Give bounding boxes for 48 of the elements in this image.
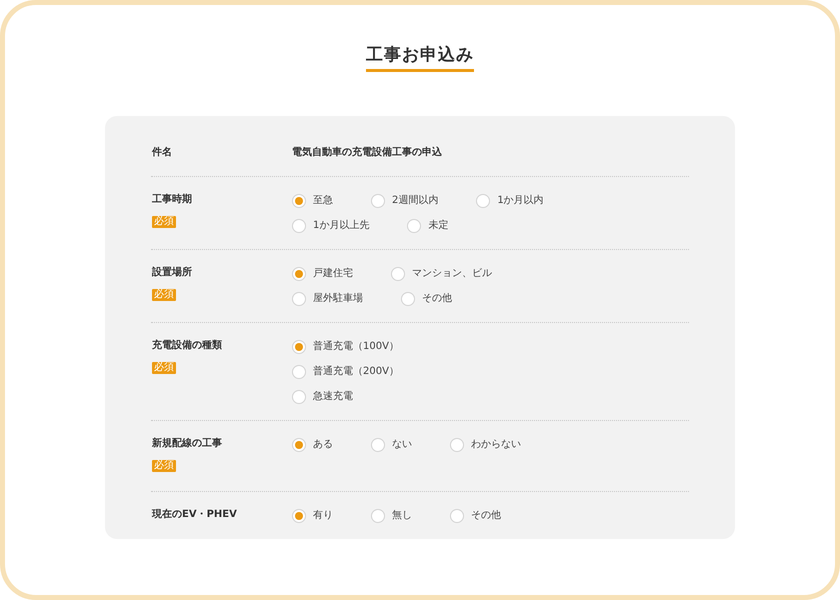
field-label: 工事時期 (152, 193, 193, 208)
radio-option[interactable]: 至急 (292, 193, 333, 208)
radio-button[interactable] (450, 508, 464, 523)
field-label: 現在のEV・PHEV (152, 508, 238, 522)
radio-option[interactable]: マンション、ビル (391, 266, 492, 282)
radio-option[interactable]: 1か月以内 (476, 193, 544, 208)
radio-option[interactable]: 戸建住宅 (292, 266, 353, 282)
radio-option[interactable]: 屋外駐車場 (292, 291, 363, 306)
radio-button[interactable] (292, 292, 306, 306)
radio-option[interactable]: ない (371, 437, 412, 452)
radio-button[interactable] (292, 340, 306, 354)
radio-button[interactable] (292, 266, 306, 281)
radio-option[interactable]: 2週間以内 (371, 193, 438, 208)
required-badge: 必須 (152, 362, 176, 374)
radio-button[interactable] (371, 194, 385, 208)
radio-option[interactable]: わからない (450, 437, 521, 452)
radio-button[interactable] (401, 292, 415, 306)
field-label: 充電設備の種類 (152, 339, 223, 354)
radio-option[interactable]: 有り (292, 508, 333, 524)
field-label: 設置場所 (152, 266, 193, 280)
radio-button[interactable] (292, 194, 306, 208)
radio-button[interactable] (292, 438, 306, 452)
radio-button[interactable] (292, 508, 306, 523)
radio-button[interactable] (450, 438, 464, 452)
radio-option[interactable]: 急速充電 (292, 389, 353, 404)
required-badge: 必須 (152, 460, 176, 472)
radio-button[interactable] (371, 508, 385, 523)
radio-button[interactable] (292, 218, 306, 233)
radio-option[interactable]: その他 (450, 508, 501, 524)
radio-option[interactable]: 無し (371, 508, 412, 524)
field-label: 件名 (152, 146, 173, 160)
radio-button[interactable] (292, 364, 306, 379)
page-title: 工事お申込み (366, 45, 474, 72)
required-badge: 必須 (152, 289, 176, 302)
field-label: 新規配線の工事 (152, 437, 223, 452)
radio-option[interactable]: ある (292, 437, 333, 452)
radio-button[interactable] (476, 194, 490, 208)
radio-button[interactable] (407, 218, 422, 233)
radio-option[interactable]: 未定 (407, 218, 448, 234)
radio-option[interactable]: 普通充電（100V） (292, 339, 399, 354)
radio-option[interactable]: その他 (401, 291, 452, 306)
radio-option[interactable]: 普通充電（200V） (292, 364, 399, 380)
radio-button[interactable] (391, 266, 405, 281)
required-badge: 必須 (152, 216, 176, 228)
field-value: 電気自動車の充電設備工事の申込 (292, 146, 443, 160)
radio-button[interactable] (292, 390, 306, 404)
radio-button[interactable] (371, 438, 385, 452)
radio-option[interactable]: 1か月以上先 (292, 218, 370, 234)
